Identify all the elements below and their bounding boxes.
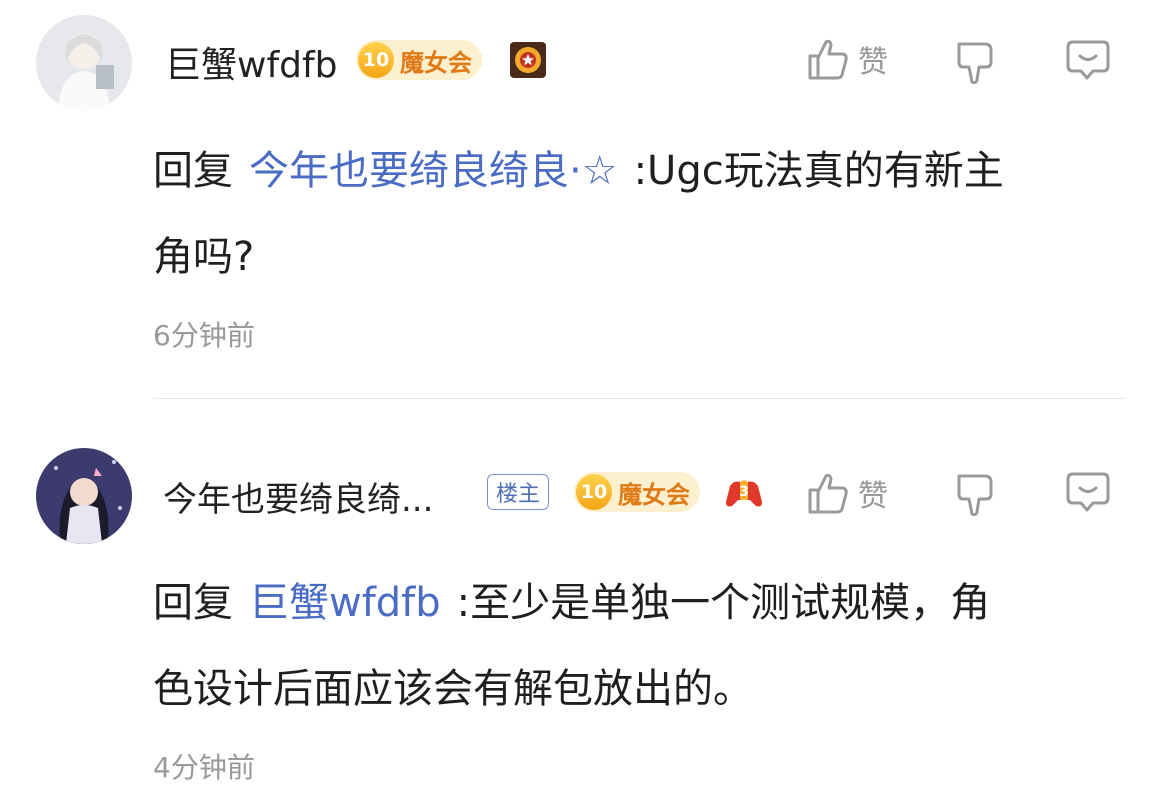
level-number: 10: [358, 42, 394, 78]
comment-bubble-icon: [1066, 472, 1110, 512]
level-badge: 10 魔女会: [356, 40, 482, 80]
avatar-image: [36, 448, 132, 544]
level-name: 魔女会: [400, 48, 472, 77]
comment-text: 回复 今年也要绮良绮良·☆ :Ugc玩法真的有新主 角吗?: [153, 128, 1133, 300]
comment-text: 回复 巨蟹wfdfb :至少是单独一个测试规模，角 色设计后面应该会有解包放出的。: [153, 560, 1133, 732]
reply-target-link[interactable]: 今年也要绮良绮良·☆: [249, 148, 618, 194]
username[interactable]: 巨蟹wfdfb: [165, 36, 338, 88]
username[interactable]: 今年也要绮良绮...: [163, 472, 433, 521]
avatar-image: [36, 15, 132, 111]
comment-line-2: 色设计后面应该会有解包放出的。: [153, 666, 753, 712]
reply-button[interactable]: [1065, 38, 1111, 82]
timestamp: 4分钟前: [153, 751, 255, 784]
comment-body-1: :至少是单独一个测试规模，角: [456, 580, 991, 626]
thumbs-up-icon: [808, 473, 848, 514]
comment-line-2: 角吗?: [153, 234, 255, 280]
timestamp: 6分钟前: [153, 319, 255, 352]
level-number: 10: [576, 474, 612, 510]
thumbs-up-icon: [808, 39, 848, 80]
like-label: 赞: [858, 45, 888, 80]
level-name: 魔女会: [618, 480, 690, 509]
like-button[interactable]: 赞: [806, 470, 888, 516]
dislike-button[interactable]: [953, 40, 997, 86]
reply-label: 回复: [153, 148, 233, 194]
avatar[interactable]: [36, 448, 132, 544]
svg-text:3: 3: [739, 484, 749, 500]
reply-button[interactable]: [1065, 470, 1111, 514]
comment-line-1: 回复 今年也要绮良绮良·☆ :Ugc玩法真的有新主: [153, 128, 1133, 214]
thumbs-down-icon: [957, 474, 993, 517]
dislike-button[interactable]: [953, 472, 997, 518]
reply-target-link[interactable]: 巨蟹wfdfb: [249, 580, 441, 626]
comment-line-1: 回复 巨蟹wfdfb :至少是单独一个测试规模，角: [153, 560, 1133, 646]
avatar[interactable]: [36, 15, 132, 111]
thumbs-down-icon: [957, 42, 993, 85]
like-label: 赞: [858, 479, 888, 514]
comment-bubble-icon: [1066, 40, 1110, 80]
level-badge: 10 魔女会: [574, 472, 700, 512]
gamepad-medal-icon: 3: [724, 472, 764, 512]
comment-body-1: :Ugc玩法真的有新主: [633, 148, 1004, 194]
gear-star-medal-icon: [508, 40, 548, 80]
like-button[interactable]: 赞: [806, 36, 888, 82]
reply-label: 回复: [153, 580, 233, 626]
owner-tag: 楼主: [487, 474, 550, 510]
divider: [153, 398, 1126, 399]
